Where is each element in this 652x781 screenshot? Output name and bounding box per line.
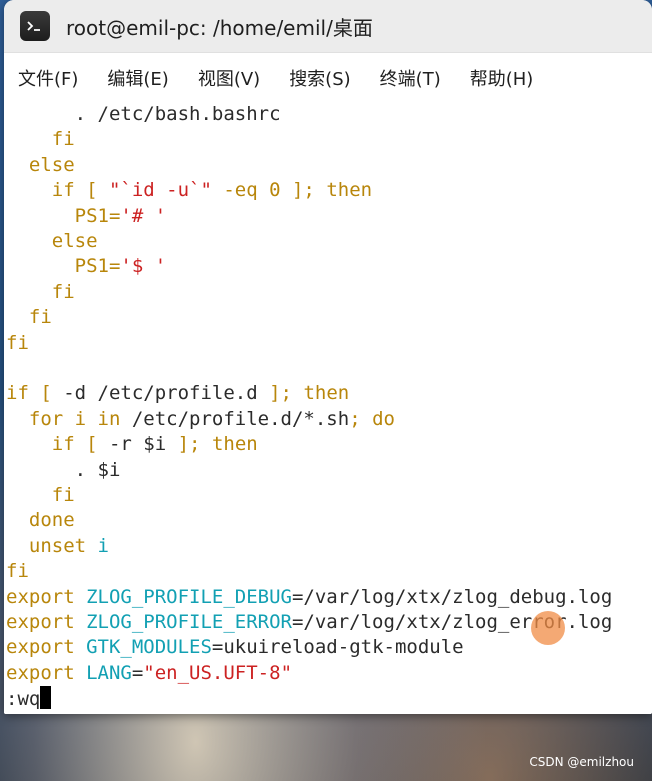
terminal-line: if [ "`id -u`" -eq 0 ]; then	[6, 178, 372, 203]
token: -d /etc/profile.d	[63, 382, 258, 405]
string-literal: "en_US.UFT-8"	[143, 661, 293, 684]
keyword: unset	[28, 534, 98, 557]
keyword: done	[28, 509, 75, 532]
token: . /etc/bash.bashrc	[74, 103, 281, 125]
terminal-icon	[20, 11, 50, 41]
terminal-line: unset i	[6, 534, 109, 559]
keyword: export	[6, 661, 87, 684]
punct: -eq 0 ];	[211, 179, 327, 202]
terminal-line: PS1='# '	[6, 204, 167, 229]
menu-view[interactable]: 视图(V)	[198, 65, 260, 91]
token: =/var/log/xtx/zlog_debug.log	[291, 585, 613, 608]
string-literal: '$ '	[120, 255, 167, 278]
assignment: PS1=	[74, 255, 121, 278]
terminal-window: root@emil-pc: /home/emil/桌面 文件(F) 编辑(E) …	[4, 0, 652, 714]
terminal-line: if [ -r $i ]; then	[6, 432, 258, 457]
terminal-line: export LANG="en_US.UFT-8"	[6, 661, 292, 686]
token: ZLOG_PROFILE_ERROR	[86, 611, 292, 633]
terminal-line: if [ -d /etc/profile.d ]; then	[6, 381, 349, 406]
keyword: if [	[6, 382, 64, 405]
punct: ;	[349, 407, 373, 430]
terminal-line: export GTK_MODULES=ukuireload-gtk-module	[6, 635, 464, 660]
keyword: export	[6, 611, 87, 633]
keyword: then	[326, 179, 373, 202]
assignment: PS1=	[74, 204, 121, 227]
terminal-line: fi	[6, 483, 75, 508]
keyword: export	[6, 636, 87, 659]
keyword: fi	[51, 280, 75, 303]
click-indicator	[531, 611, 565, 645]
terminal-line: fi	[6, 559, 29, 584]
keyword: else	[51, 230, 98, 252]
keyword: export	[6, 585, 87, 608]
token: i	[97, 534, 109, 557]
keyword: do	[372, 407, 395, 430]
terminal-line: . /etc/bash.bashrc	[6, 102, 281, 127]
window-title: root@emil-pc: /home/emil/桌面	[66, 15, 373, 40]
terminal-line: fi	[6, 331, 29, 356]
keyword: for i in	[28, 407, 132, 430]
menu-bar: 文件(F) 编辑(E) 视图(V) 搜索(S) 终端(T) 帮助(H)	[4, 53, 652, 103]
title-bar[interactable]: root@emil-pc: /home/emil/桌面	[4, 0, 652, 53]
command-text: :wq	[6, 688, 41, 711]
token: "`id -u`"	[108, 179, 212, 202]
string-literal: '# '	[120, 204, 167, 227]
menu-terminal[interactable]: 终端(T)	[380, 65, 441, 91]
text-cursor	[40, 686, 52, 710]
terminal-line: else	[6, 229, 98, 254]
operator: =	[131, 661, 144, 684]
token: ZLOG_PROFILE_DEBUG	[86, 585, 292, 608]
keyword: fi	[6, 331, 29, 354]
terminal-line: export ZLOG_PROFILE_DEBUG=/var/log/xtx/z…	[6, 585, 612, 610]
token: . $i	[74, 458, 121, 481]
token: GTK_MODULES	[86, 636, 212, 659]
terminal-line: export ZLOG_PROFILE_ERROR=/var/log/xtx/z…	[6, 610, 612, 635]
menu-help[interactable]: 帮助(H)	[470, 65, 534, 91]
menu-search[interactable]: 搜索(S)	[289, 65, 350, 91]
terminal-line: . $i	[6, 458, 121, 483]
keyword: fi	[28, 306, 52, 329]
keyword: if [	[51, 433, 109, 456]
token: -r $i	[108, 433, 167, 456]
keyword: if [	[51, 179, 109, 202]
terminal-line: done	[6, 508, 75, 533]
token: /etc/profile.d/*.sh	[131, 407, 350, 430]
keyword: then	[211, 433, 258, 456]
keyword: fi	[51, 128, 75, 151]
terminal-line: fi	[6, 127, 75, 152]
token: =ukuireload-gtk-module	[211, 636, 464, 659]
token: LANG	[86, 661, 132, 684]
punct: ];	[257, 382, 304, 405]
keyword: fi	[6, 560, 29, 583]
keyword: else	[28, 153, 75, 176]
menu-edit[interactable]: 编辑(E)	[107, 65, 168, 91]
terminal-line: fi	[6, 280, 75, 305]
punct: ];	[166, 433, 212, 456]
terminal-line: else	[6, 153, 75, 178]
terminal-line: for i in /etc/profile.d/*.sh; do	[6, 407, 395, 432]
menu-file[interactable]: 文件(F)	[18, 65, 78, 91]
terminal-line: fi	[6, 305, 52, 330]
keyword: fi	[51, 484, 75, 506]
keyword: then	[303, 382, 350, 405]
watermark: CSDN @emilzhou	[529, 755, 634, 769]
terminal-line: PS1='$ '	[6, 254, 167, 279]
command-line: :wq	[6, 686, 52, 711]
